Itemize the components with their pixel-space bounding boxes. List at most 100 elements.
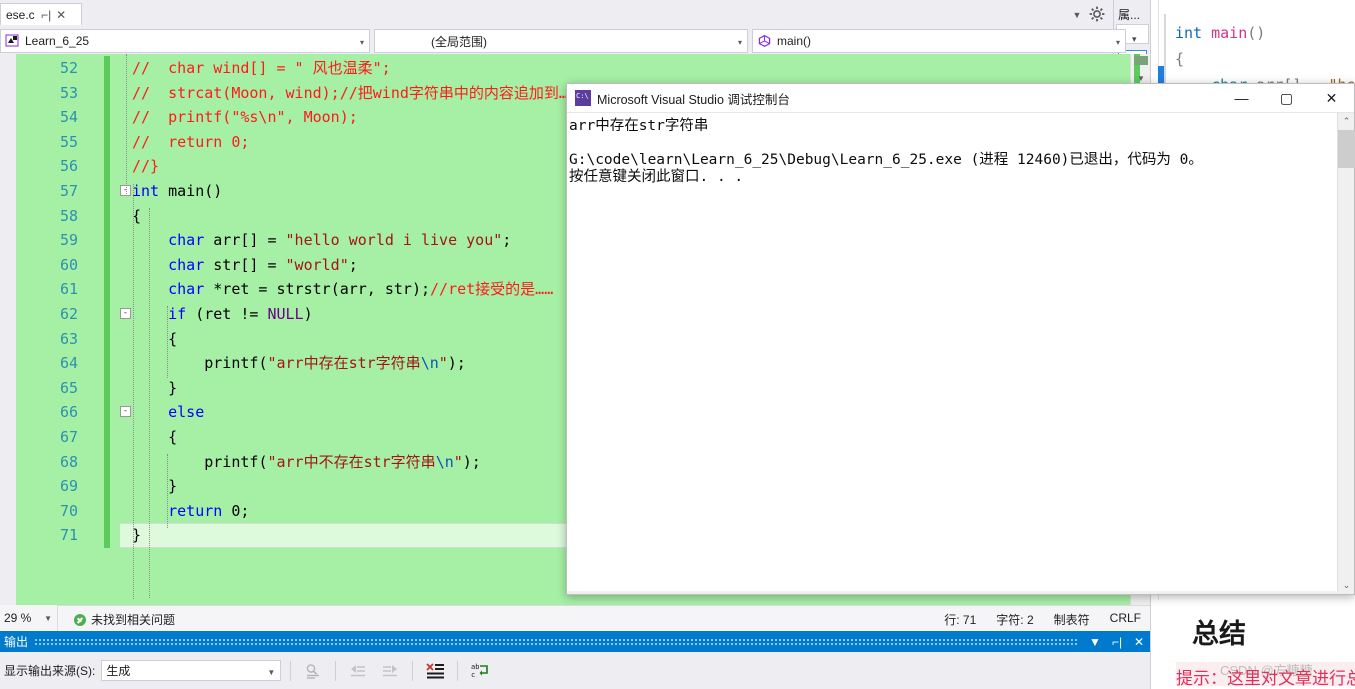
console-title-bar[interactable]: Microsoft Visual Studio 调试控制台 — ▢ ✕ (567, 84, 1354, 113)
code-text: } (132, 378, 178, 397)
code-text: // strcat(Moon, wind);//把wind字符串中的内容追加到…… (132, 83, 637, 102)
line-number: 56 (59, 157, 78, 176)
chevron-down-icon[interactable]: ▼ (267, 668, 275, 677)
method-icon (757, 34, 772, 48)
line-number: 69 (59, 477, 78, 496)
code-line[interactable]: 52 // char wind[] = " 风也温柔"; (16, 56, 1130, 81)
change-bar (104, 375, 110, 401)
line-number: 59 (59, 231, 78, 250)
toggle-word-wrap-icon[interactable]: ab c (467, 659, 493, 683)
zoom-level-combo[interactable]: 29 % ▼ (0, 605, 58, 631)
go-to-next-message-icon[interactable] (377, 659, 403, 683)
change-bar (104, 277, 110, 302)
toolbar-separator (335, 660, 337, 681)
navbar-scope-combo[interactable]: (全局范围) ▾ (374, 29, 748, 53)
toolbar-separator (290, 660, 292, 681)
close-icon[interactable]: ✕ (54, 8, 69, 22)
line-number: 70 (59, 501, 78, 520)
output-title-bar[interactable]: 输出 ▼ ⌐| ✕ (0, 631, 1150, 652)
line-number: 58 (59, 206, 78, 225)
code-text: printf("arr中不存在str字符串\n"); (204, 452, 481, 471)
line-number: 62 (59, 305, 78, 323)
line-number: 61 (59, 280, 78, 299)
scroll-up-arrow-icon[interactable]: ⌃ (1338, 113, 1355, 130)
article-code-gutter (1164, 14, 1166, 94)
chevron-down-icon[interactable]: ▾ (738, 38, 742, 47)
navbar-member-combo[interactable]: main() ▾ (752, 29, 1126, 53)
line-number: 55 (59, 132, 78, 151)
zoom-level-value: 29 % (4, 611, 32, 625)
indent-guide (149, 208, 150, 598)
document-tab[interactable]: ese.c ⌐| ✕ (0, 3, 82, 25)
line-number: 67 (59, 428, 78, 446)
line-number: 64 (59, 354, 78, 373)
eol-indicator[interactable]: CRLF (1110, 611, 1141, 628)
pin-icon[interactable]: ⌐| (39, 8, 54, 22)
output-title-label: 输出 (4, 635, 29, 649)
chevron-down-icon[interactable]: ▾ (1116, 38, 1120, 47)
caret-info: 行: 71 字符: 2 制表符 CRLF (944, 611, 1141, 628)
code-text: // char wind[] = " 风也温柔"; (132, 59, 391, 77)
chevron-down-icon[interactable]: ▼ (1084, 635, 1106, 649)
console-app-icon (575, 90, 591, 106)
line-number: 54 (59, 108, 78, 127)
properties-dock-title[interactable]: 属... (1118, 6, 1140, 23)
project-icon (5, 34, 20, 48)
chevron-down-icon[interactable]: ▼ (44, 614, 52, 623)
minimize-button[interactable]: — (1219, 84, 1264, 113)
indent-guide (167, 306, 168, 378)
line-number: 57 (59, 182, 78, 200)
indent-indicator[interactable]: 制表符 (1054, 611, 1090, 628)
debug-console-window[interactable]: Microsoft Visual Studio 调试控制台 — ▢ ✕ arr中… (566, 83, 1355, 595)
code-text: int main() (132, 182, 223, 200)
change-bar (104, 203, 110, 229)
chevron-down-icon[interactable]: ▼ (1070, 8, 1084, 22)
maximize-button[interactable]: ▢ (1264, 84, 1309, 113)
console-bottom-edge (567, 591, 1354, 594)
change-bar (104, 523, 110, 548)
line-number: 53 (59, 83, 78, 102)
document-tab-strip: ese.c ⌐| ✕ ▼ (0, 0, 1150, 25)
code-text: // printf("%s\n", Moon); (132, 108, 358, 127)
output-source-combo[interactable]: 生成 ▼ (101, 660, 282, 681)
code-text: char arr[] = "hello world i live you"; (168, 231, 512, 250)
line-number: 52 (59, 59, 78, 77)
code-text: } (132, 477, 178, 496)
chevron-down-icon[interactable]: ▾ (360, 38, 364, 47)
navbar-project-label: Learn_6_25 (25, 34, 90, 48)
change-bar (104, 425, 110, 450)
svg-text:c: c (471, 671, 475, 679)
toolbar-separator (412, 660, 414, 681)
article-code-line: int main() (1175, 24, 1266, 42)
code-text: { (132, 428, 178, 446)
check-circle-icon (74, 613, 86, 626)
gear-icon[interactable] (1088, 5, 1106, 23)
article-summary-heading: 总结 (1192, 619, 1246, 649)
navbar-scope-label: (全局范围) (431, 34, 487, 49)
issue-status-label: 未找到相关问题 (91, 613, 176, 627)
close-icon[interactable]: ✕ (1128, 635, 1150, 649)
change-bar (104, 154, 110, 179)
close-button[interactable]: ✕ (1309, 84, 1354, 113)
scrollbar-thumb[interactable] (1338, 130, 1355, 168)
title-drag-grip[interactable] (34, 638, 1078, 645)
scrollbar-thumb[interactable] (1134, 56, 1148, 65)
go-to-previous-message-icon[interactable] (345, 659, 371, 683)
pin-icon[interactable]: ⌐| (1106, 635, 1128, 649)
line-number: 65 (59, 378, 78, 397)
clear-all-icon[interactable] (422, 659, 448, 683)
find-message-icon[interactable] (300, 659, 326, 683)
line-number: 66 (59, 403, 78, 422)
issue-status[interactable]: 未找到相关问题 (74, 611, 175, 628)
console-output-text[interactable]: arr中存在str字符串 G:\code\learn\Learn_6_25\De… (567, 113, 1354, 594)
editor-left-margin (0, 54, 16, 605)
change-bar (104, 105, 110, 130)
change-bar (104, 56, 110, 81)
code-text: //} (132, 157, 160, 176)
document-tab-label: ese.c (6, 7, 35, 22)
navbar-project-combo[interactable]: Learn_6_25 ▾ (0, 29, 370, 53)
console-vertical-scrollbar[interactable]: ⌃ ⌄ (1337, 113, 1355, 594)
fold-toggle-icon[interactable]: - (120, 308, 131, 319)
navigation-bar: Learn_6_25 ▾ (全局范围) ▾ main() ▾ (0, 29, 1150, 82)
fold-toggle-icon[interactable]: - (120, 406, 131, 418)
